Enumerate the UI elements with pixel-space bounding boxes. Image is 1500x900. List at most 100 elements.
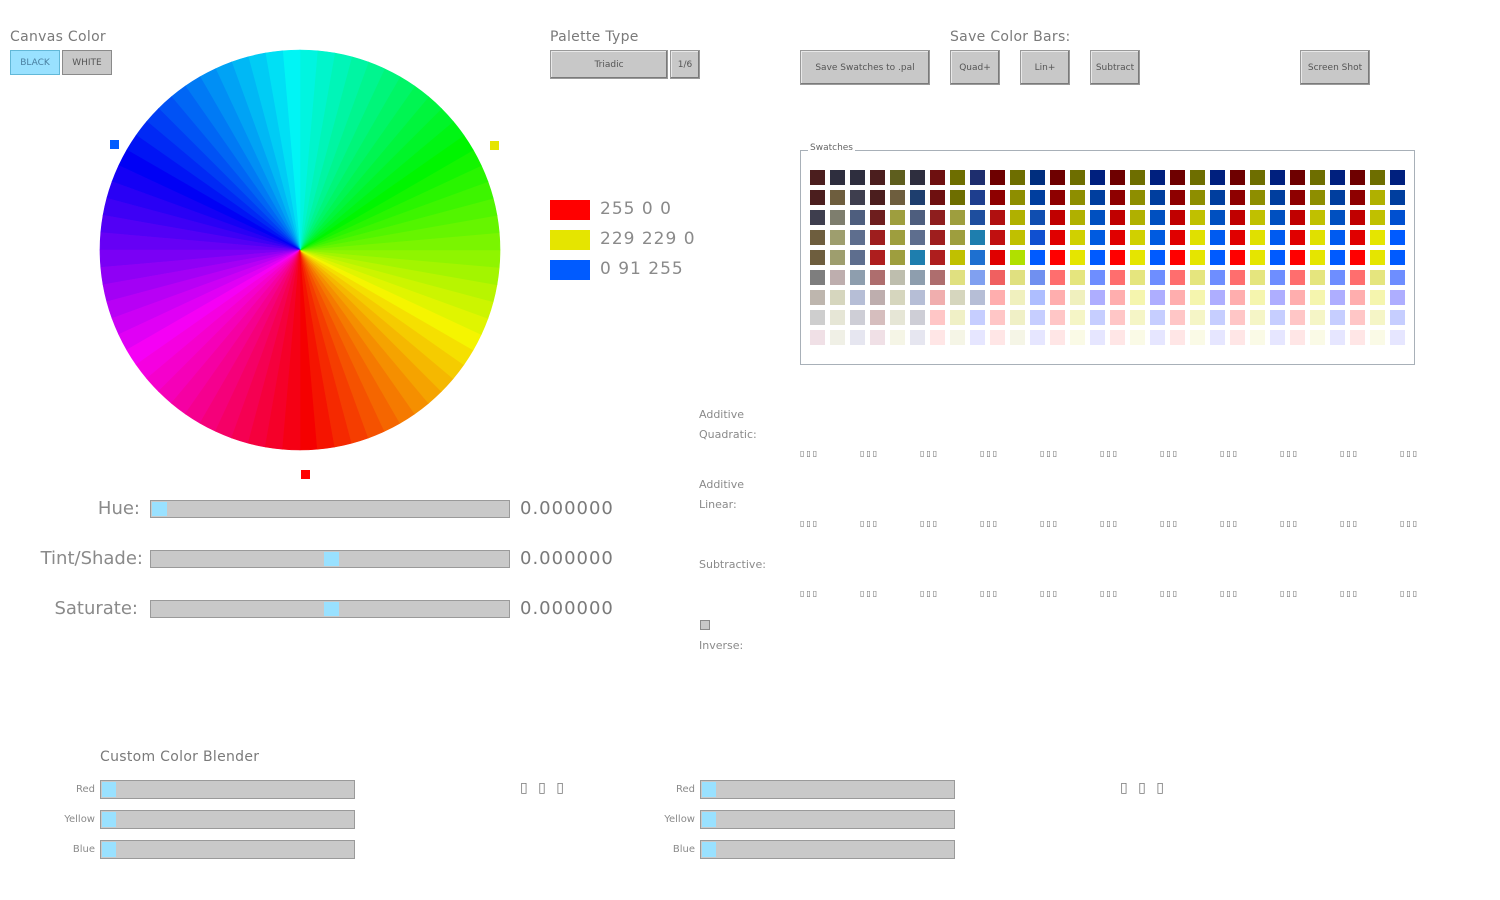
swatch-cell[interactable] <box>1170 210 1185 225</box>
blender-b-blue-thumb[interactable] <box>702 842 716 857</box>
swatch-cell[interactable] <box>1230 210 1245 225</box>
swatch-cell[interactable] <box>830 250 845 265</box>
subtract-button[interactable]: Subtract <box>1090 50 1140 85</box>
swatch-cell[interactable] <box>1290 190 1305 205</box>
swatch-cell[interactable] <box>1130 290 1145 305</box>
swatch-cell[interactable] <box>990 310 1005 325</box>
swatch-cell[interactable] <box>930 170 945 185</box>
swatch-cell[interactable] <box>1090 210 1105 225</box>
swatch-cell[interactable] <box>1270 250 1285 265</box>
swatch-cell[interactable] <box>870 250 885 265</box>
swatch-cell[interactable] <box>1230 330 1245 345</box>
swatch-cell[interactable] <box>870 230 885 245</box>
swatch-cell[interactable] <box>1190 330 1205 345</box>
blender-a-red-slider[interactable] <box>100 780 355 799</box>
blender-a-blue-slider[interactable] <box>100 840 355 859</box>
swatch-cell[interactable] <box>1350 230 1365 245</box>
swatch-cell[interactable] <box>1310 210 1325 225</box>
swatch-cell[interactable] <box>810 330 825 345</box>
swatch-cell[interactable] <box>1310 190 1325 205</box>
swatch-cell[interactable] <box>1250 210 1265 225</box>
swatch-cell[interactable] <box>1150 230 1165 245</box>
swatch-cell[interactable] <box>1170 170 1185 185</box>
swatch-cell[interactable] <box>1390 270 1405 285</box>
swatch-cell[interactable] <box>830 330 845 345</box>
swatch-cell[interactable] <box>850 270 865 285</box>
swatch-cell[interactable] <box>930 210 945 225</box>
swatch-cell[interactable] <box>1110 170 1125 185</box>
swatch-cell[interactable] <box>1330 170 1345 185</box>
swatch-cell[interactable] <box>890 190 905 205</box>
swatch-cell[interactable] <box>1330 250 1345 265</box>
swatch-cell[interactable] <box>990 210 1005 225</box>
swatch-cell[interactable] <box>830 230 845 245</box>
swatch-cell[interactable] <box>810 210 825 225</box>
swatch-cell[interactable] <box>1030 210 1045 225</box>
swatch-cell[interactable] <box>870 210 885 225</box>
swatch-cell[interactable] <box>1050 210 1065 225</box>
swatch-cell[interactable] <box>1110 250 1125 265</box>
swatch-cell[interactable] <box>850 250 865 265</box>
blender-a-yellow-slider[interactable] <box>100 810 355 829</box>
swatch-cell[interactable] <box>1090 330 1105 345</box>
swatch-cell[interactable] <box>1170 330 1185 345</box>
swatch-cell[interactable] <box>1310 330 1325 345</box>
saturate-slider-thumb[interactable] <box>323 602 339 616</box>
swatch-cell[interactable] <box>1270 230 1285 245</box>
swatch-cell[interactable] <box>1290 310 1305 325</box>
swatch-cell[interactable] <box>1030 170 1045 185</box>
swatch-cell[interactable] <box>1210 210 1225 225</box>
swatch-cell[interactable] <box>910 330 925 345</box>
swatch-cell[interactable] <box>910 250 925 265</box>
swatch-cell[interactable] <box>1250 250 1265 265</box>
swatch-cell[interactable] <box>1310 250 1325 265</box>
swatch-cell[interactable] <box>870 270 885 285</box>
swatch-cell[interactable] <box>1050 290 1065 305</box>
swatch-cell[interactable] <box>1070 290 1085 305</box>
swatch-cell[interactable] <box>1270 270 1285 285</box>
palette-type-select[interactable]: Triadic <box>550 50 668 79</box>
swatch-cell[interactable] <box>950 230 965 245</box>
swatch-cell[interactable] <box>810 190 825 205</box>
swatch-cell[interactable] <box>910 270 925 285</box>
swatch-cell[interactable] <box>1090 190 1105 205</box>
swatch-cell[interactable] <box>1110 310 1125 325</box>
swatch-cell[interactable] <box>890 330 905 345</box>
blender-b-red-slider[interactable] <box>700 780 955 799</box>
swatch-cell[interactable] <box>1190 290 1205 305</box>
swatch-cell[interactable] <box>1290 270 1305 285</box>
swatch-cell[interactable] <box>1210 310 1225 325</box>
swatch-cell[interactable] <box>1030 310 1045 325</box>
swatch-cell[interactable] <box>1050 330 1065 345</box>
swatch-cell[interactable] <box>950 250 965 265</box>
swatch-cell[interactable] <box>1110 230 1125 245</box>
swatch-cell[interactable] <box>1370 310 1385 325</box>
swatch-cell[interactable] <box>1370 210 1385 225</box>
swatch-cell[interactable] <box>1230 290 1245 305</box>
canvas-black-button[interactable]: BLACK <box>10 50 60 75</box>
swatch-cell[interactable] <box>1010 210 1025 225</box>
swatch-cell[interactable] <box>1370 270 1385 285</box>
swatch-cell[interactable] <box>1130 190 1145 205</box>
swatch-cell[interactable] <box>1310 230 1325 245</box>
swatch-cell[interactable] <box>1190 210 1205 225</box>
swatch-cell[interactable] <box>1270 170 1285 185</box>
swatch-cell[interactable] <box>1250 230 1265 245</box>
blender-a-yellow-thumb[interactable] <box>102 812 116 827</box>
swatch-cell[interactable] <box>990 330 1005 345</box>
swatch-cell[interactable] <box>810 170 825 185</box>
swatch-cell[interactable] <box>1270 290 1285 305</box>
swatch-cell[interactable] <box>1310 170 1325 185</box>
swatch-cell[interactable] <box>1090 230 1105 245</box>
swatch-cell[interactable] <box>1150 330 1165 345</box>
swatch-cell[interactable] <box>1350 330 1365 345</box>
swatch-cell[interactable] <box>870 290 885 305</box>
swatch-cell[interactable] <box>1390 230 1405 245</box>
swatch-cell[interactable] <box>1050 190 1065 205</box>
swatch-cell[interactable] <box>970 270 985 285</box>
swatch-cell[interactable] <box>970 210 985 225</box>
swatch-cell[interactable] <box>830 290 845 305</box>
swatch-cell[interactable] <box>970 170 985 185</box>
swatch-cell[interactable] <box>1230 230 1245 245</box>
swatch-cell[interactable] <box>1010 310 1025 325</box>
